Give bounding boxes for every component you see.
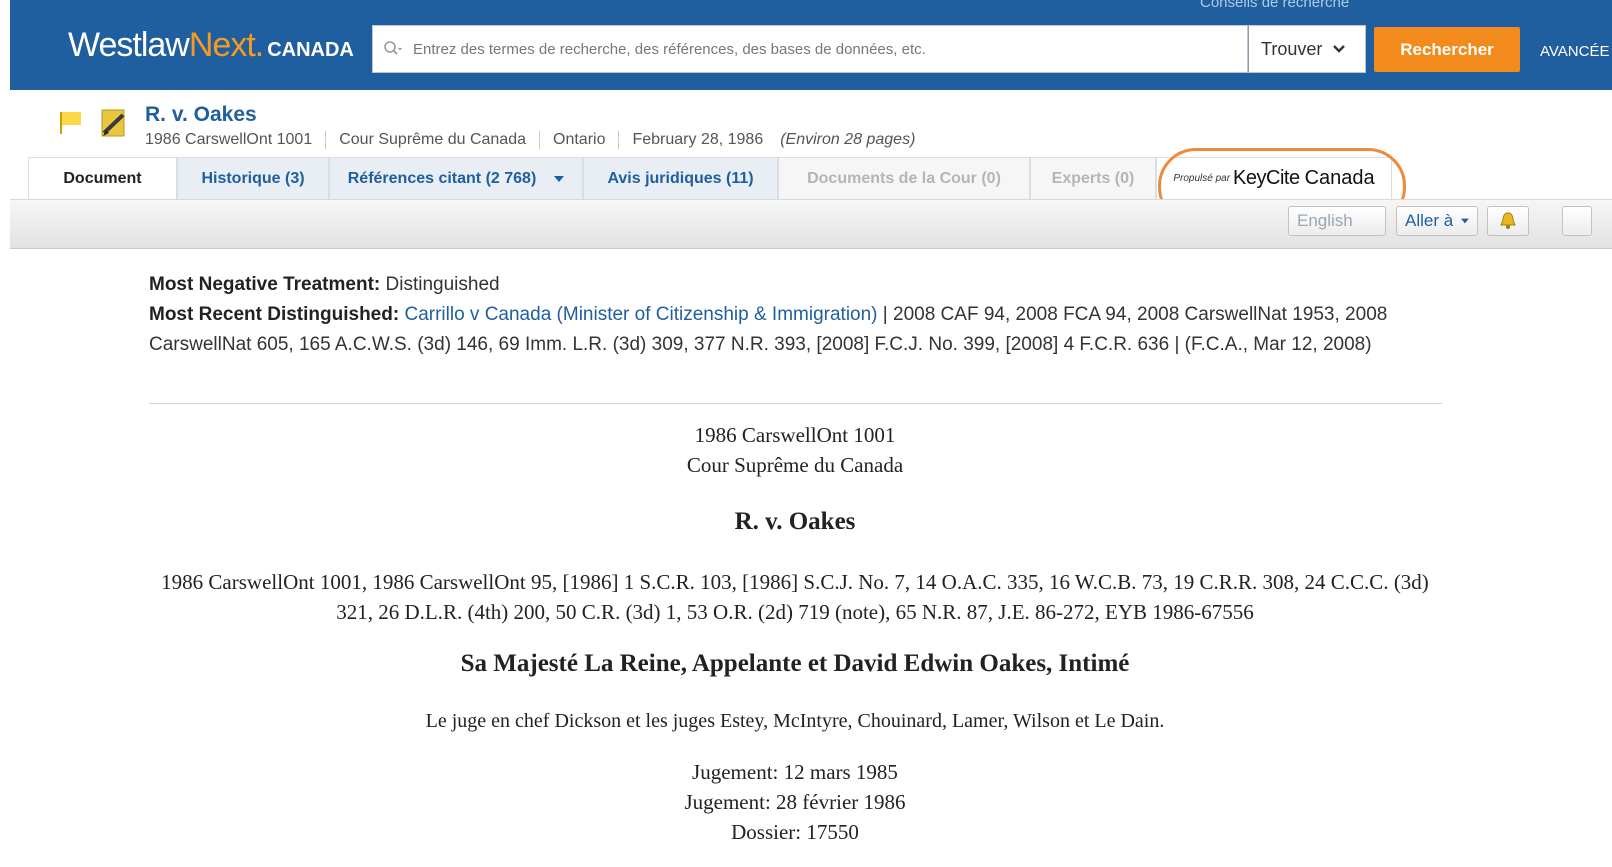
section-divider	[149, 403, 1442, 404]
negative-treatment-label: Most Negative Treatment:	[149, 274, 381, 295]
case-citation: 1986 CarswellOnt 1001	[694, 423, 896, 447]
pencil-icon[interactable]	[99, 106, 129, 138]
find-label: Trouver	[1261, 38, 1323, 59]
tab-experts[interactable]: Experts (0)	[1030, 157, 1156, 199]
caret-down-icon[interactable]	[554, 175, 565, 182]
logo-canada-text: CANADA	[267, 39, 354, 61]
meta-citation: 1986 CarswellOnt 1001	[145, 131, 313, 148]
bell-button[interactable]	[1487, 206, 1529, 236]
goto-dropdown-button[interactable]: Aller à	[1396, 206, 1478, 236]
recent-distinguished-label: Most Recent Distinguished:	[149, 304, 400, 325]
goto-label: Aller à	[1405, 211, 1454, 230]
tab-label: Document	[63, 169, 142, 187]
meta-court: Cour Suprême du Canada	[325, 131, 539, 149]
tab-label: Documents de la Cour (0)	[807, 169, 1001, 187]
search-box[interactable]	[372, 25, 1248, 73]
case-title: R. v. Oakes	[734, 508, 856, 535]
meta-date: February 28, 1986	[618, 131, 776, 149]
caret-down-icon	[1461, 218, 1469, 224]
english-label: English	[1297, 211, 1353, 230]
search-button[interactable]: Rechercher	[1374, 27, 1520, 72]
case-judgment-date: Jugement: 28 février 1986	[684, 790, 906, 814]
case-file-number: Dossier: 17550	[731, 820, 859, 844]
document-title[interactable]: R. v. Oakes	[145, 103, 257, 127]
bell-icon	[1500, 212, 1516, 229]
more-tools-button[interactable]	[1562, 206, 1592, 236]
meta-jurisdiction: Ontario	[539, 131, 618, 149]
tab-history[interactable]: Historique (3)	[177, 157, 329, 199]
case-parallel-citations: 1986 CarswellOnt 1001, 1986 CarswellOnt …	[161, 570, 1429, 624]
tab-label: Avis juridiques (11)	[607, 169, 754, 187]
search-tips-link[interactable]: Conseils de recherche	[1200, 0, 1349, 11]
logo-westlaw-text: Westlaw	[68, 26, 190, 64]
westlawnext-logo[interactable]: WestlawNext. CANADA	[68, 26, 354, 65]
english-toggle-button[interactable]: English	[1288, 206, 1386, 236]
search-input[interactable]	[413, 30, 1233, 68]
logo-next-text: Next.	[188, 26, 264, 64]
find-dropdown[interactable]: Trouver	[1248, 25, 1366, 73]
negative-treatment-value: Distinguished	[385, 274, 500, 295]
recent-distinguished-case-link[interactable]: Carrillo v Canada (Minister of Citizensh…	[404, 304, 877, 325]
flag-icon[interactable]	[57, 109, 83, 135]
tab-document[interactable]: Document	[28, 157, 177, 199]
tab-label: Références citant (2 768)	[347, 169, 537, 187]
tab-legal-opinions[interactable]: Avis juridiques (11)	[583, 157, 778, 199]
document-meta: 1986 CarswellOnt 1001 Cour Suprême du Ca…	[145, 129, 928, 151]
case-judges: Le juge en chef Dickson et les juges Est…	[425, 710, 1165, 732]
chevron-down-icon	[1333, 45, 1346, 53]
tab-court-documents[interactable]: Documents de la Cour (0)	[778, 157, 1030, 199]
top-header: Conseils de recherche WestlawNext. CANADA…	[10, 0, 1612, 90]
tab-citing-references[interactable]: Références citant (2 768)	[329, 157, 583, 199]
meta-pages: (Environ 28 pages)	[780, 131, 916, 148]
case-hearing-date: Jugement: 12 mars 1985	[692, 760, 898, 784]
case-parties: Sa Majesté La Reine, Appelante et David …	[460, 650, 1130, 677]
tab-label: Historique (3)	[201, 169, 305, 187]
keycite-treatment-summary: Most Negative Treatment: Distinguished M…	[149, 270, 1439, 360]
search-icon[interactable]	[383, 40, 403, 60]
case-court: Cour Suprême du Canada	[686, 453, 904, 477]
advanced-search-link[interactable]: AVANCÉE	[1540, 43, 1609, 60]
tab-label: Experts (0)	[1051, 169, 1135, 187]
